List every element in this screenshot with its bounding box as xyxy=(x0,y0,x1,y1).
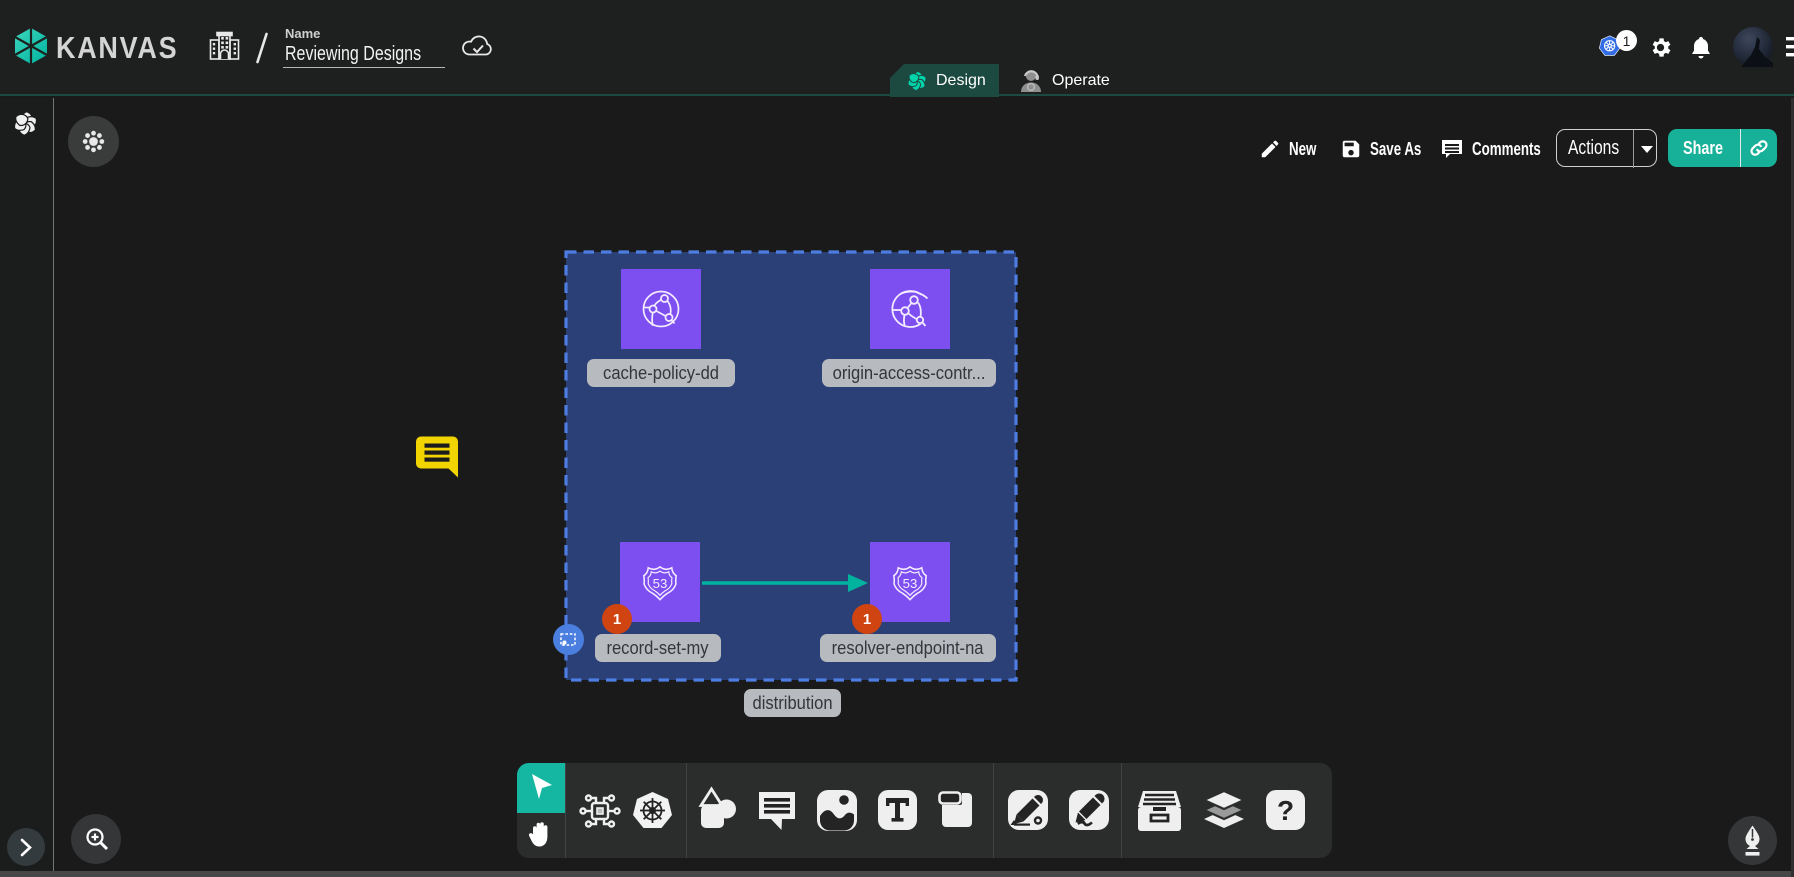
svg-text:53: 53 xyxy=(903,576,918,591)
svg-text:?: ? xyxy=(1277,795,1294,826)
svg-text:53: 53 xyxy=(653,576,668,591)
